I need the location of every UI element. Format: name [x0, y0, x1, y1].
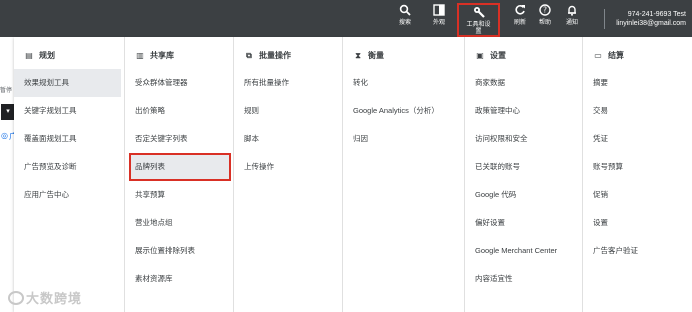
- help-icon: ?: [530, 4, 560, 20]
- menu-item-bid-strategies[interactable]: 出价策略: [125, 97, 239, 125]
- column-planning: ▤ 规划 效果规划工具 关键字规划工具 覆盖面规划工具 广告预览及诊断 应用广告…: [14, 37, 121, 312]
- top-app-bar: 搜索 外观 工具和设 置 刷新 ? 帮助 通知 974-241-9693 Tes…: [0, 0, 692, 37]
- menu-item-content-suitability[interactable]: 内容适宜性: [465, 265, 581, 293]
- column-title-shared-library: ▥ 共享库: [136, 51, 174, 60]
- menu-item-ad-preview[interactable]: 广告预览及诊断: [14, 153, 121, 181]
- tools-and-settings-button[interactable]: 工具和设 置: [457, 3, 500, 37]
- topbar-divider: [604, 9, 605, 29]
- menu-item-app-advertising-hub[interactable]: 应用广告中心: [14, 181, 121, 209]
- search-button[interactable]: 搜索: [390, 4, 420, 34]
- credit-card-icon: ▭: [594, 51, 602, 60]
- menu-item-access-and-security[interactable]: 访问权限和安全: [465, 125, 581, 153]
- menu-item-preferences[interactable]: 偏好设置: [465, 209, 581, 237]
- menu-item-advertiser-verification[interactable]: 广告客户验证: [583, 237, 692, 265]
- library-icon: ▥: [136, 51, 144, 60]
- appearance-icon: [424, 4, 454, 20]
- menu-item-google-merchant-center[interactable]: Google Merchant Center: [465, 237, 581, 265]
- svg-text:?: ?: [543, 6, 547, 15]
- menu-item-google-tag[interactable]: Google 代码: [465, 181, 581, 209]
- menu-item-asset-library[interactable]: 素材资源库: [125, 265, 239, 293]
- menu-item-rules[interactable]: 规则: [234, 97, 345, 125]
- bell-icon: [557, 4, 587, 20]
- target-icon: ◎: [1, 131, 8, 140]
- menu-item-transactions[interactable]: 交易: [583, 97, 692, 125]
- tools-label-line2: 置: [475, 29, 482, 35]
- account-info[interactable]: 974-241-9693 Test linyinlei38@gmail.com: [616, 10, 686, 28]
- search-icon: [390, 4, 420, 20]
- column-billing: ▭ 结算 摘要 交易 凭证 账号预算 促销 设置 广告客户验证: [582, 37, 692, 312]
- wrench-icon: [459, 6, 498, 22]
- column-shared-library: ▥ 共享库 受众群体管理器 出价策略 否定关键字列表 品牌列表 共享预算 营业地…: [124, 37, 239, 312]
- menu-item-summary[interactable]: 摘要: [583, 69, 692, 97]
- menu-item-shared-budgets[interactable]: 共享预算: [125, 181, 239, 209]
- watermark: 大数跨境: [8, 288, 82, 307]
- menu-item-brand-lists[interactable]: 品牌列表: [129, 153, 231, 181]
- account-email: linyinlei38@gmail.com: [616, 20, 686, 27]
- calendar-icon: ▤: [25, 51, 33, 60]
- left-strip-dropdown[interactable]: ▾: [1, 104, 15, 120]
- column-title-measurement: ⧗ 衡量: [353, 50, 384, 61]
- left-background-strip: 暂停 ▾ ◎ 广: [0, 37, 17, 312]
- menu-item-negative-keyword-lists[interactable]: 否定关键字列表: [125, 125, 239, 153]
- menu-item-google-analytics[interactable]: Google Analytics（分析）: [343, 97, 463, 125]
- tools-label-line1: 工具和设: [466, 22, 491, 28]
- help-button[interactable]: ? 帮助: [530, 4, 560, 34]
- settings-icon: ▣: [476, 51, 484, 60]
- left-strip-text: 暂停: [0, 88, 13, 94]
- column-title-bulk-actions: ⧉ 批量操作: [244, 50, 291, 61]
- tools-settings-menu: ▤ 规划 效果规划工具 关键字规划工具 覆盖面规划工具 广告预览及诊断 应用广告…: [14, 37, 692, 312]
- menu-item-account-budgets[interactable]: 账号预算: [583, 153, 692, 181]
- menu-item-keyword-planner[interactable]: 关键字规划工具: [14, 97, 121, 125]
- column-title-setup: ▣ 设置: [476, 51, 506, 60]
- account-customer-id: 974-241-9693 Test: [627, 11, 686, 18]
- menu-item-placement-exclusion-lists[interactable]: 展示位置排除列表: [125, 237, 239, 265]
- menu-item-audience-manager[interactable]: 受众群体管理器: [125, 69, 239, 97]
- menu-item-reach-planner[interactable]: 覆盖面规划工具: [14, 125, 121, 153]
- menu-item-scripts[interactable]: 脚本: [234, 125, 345, 153]
- menu-item-uploads[interactable]: 上传操作: [234, 153, 345, 181]
- hourglass-icon: ⧗: [355, 50, 361, 60]
- menu-item-performance-planner[interactable]: 效果规划工具: [14, 69, 121, 97]
- notifications-button[interactable]: 通知: [557, 4, 587, 34]
- watermark-logo-icon: [8, 291, 24, 305]
- menu-item-location-groups[interactable]: 营业地点组: [125, 209, 239, 237]
- menu-item-linked-accounts[interactable]: 已关联的账号: [465, 153, 581, 181]
- menu-item-all-bulk-actions[interactable]: 所有批量操作: [234, 69, 345, 97]
- column-title-planning: ▤ 规划: [25, 51, 55, 60]
- copy-icon: ⧉: [246, 50, 252, 60]
- column-bulk-actions: ⧉ 批量操作 所有批量操作 规则 脚本 上传操作: [233, 37, 345, 312]
- menu-item-promotions[interactable]: 促销: [583, 181, 692, 209]
- menu-item-policy-manager[interactable]: 政策管理中心: [465, 97, 581, 125]
- column-setup: ▣ 设置 商家数据 政策管理中心 访问权限和安全 已关联的账号 Google 代…: [464, 37, 581, 312]
- menu-item-conversions[interactable]: 转化: [343, 69, 463, 97]
- menu-item-documents[interactable]: 凭证: [583, 125, 692, 153]
- menu-item-billing-settings[interactable]: 设置: [583, 209, 692, 237]
- menu-item-attribution[interactable]: 归因: [343, 125, 463, 153]
- column-measurement: ⧗ 衡量 转化 Google Analytics（分析） 归因: [342, 37, 463, 312]
- column-title-billing: ▭ 结算: [594, 51, 624, 60]
- appearance-button[interactable]: 外观: [424, 4, 454, 34]
- menu-item-business-data[interactable]: 商家数据: [465, 69, 581, 97]
